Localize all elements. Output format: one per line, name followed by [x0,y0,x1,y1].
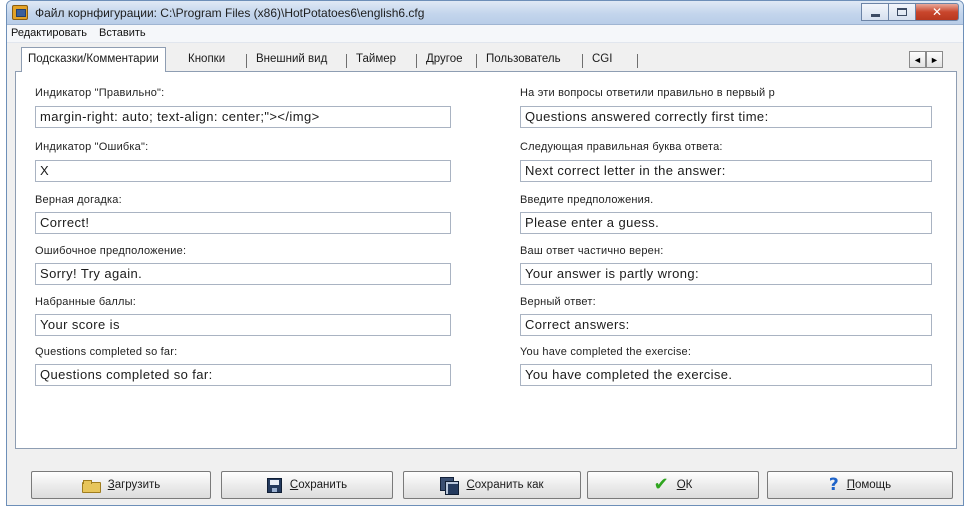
load-button-label: Загрузить [107,479,161,491]
folder-open-icon [81,479,101,493]
questions-completed-input[interactable]: Questions completed so far: [35,364,451,386]
first-time-correct-input[interactable]: Questions answered correctly first time: [520,106,932,128]
tab-scroll-left-button[interactable]: ◄ [909,51,926,68]
app-icon[interactable] [12,5,28,20]
help-button[interactable]: ? Помощь [767,471,953,499]
tab-buttons[interactable]: Кнопки [182,51,231,71]
maximize-button[interactable] [888,3,915,21]
hints-comments-panel: Индикатор "Правильно": margin-right: aut… [15,71,957,449]
label-score: Набранные баллы: [35,296,136,308]
tab-hints-comments[interactable]: Подсказки/Комментарии [21,47,166,72]
save-button-label: Сохранить [289,479,348,491]
tab-strip: Подсказки/Комментарии Кнопки Внешний вид… [15,47,957,72]
next-letter-input[interactable]: Next correct letter in the answer: [520,160,932,182]
save-as-disks-icon [440,477,460,495]
save-button[interactable]: Сохранить [221,471,393,499]
tab-user[interactable]: Пользователь [480,51,567,71]
label-error-indicator: Индикатор "Ошибка": [35,141,149,153]
tab-appearance[interactable]: Внешний вид [250,51,333,71]
tab-separator [246,54,247,68]
label-partly-wrong: Ваш ответ частично верен: [520,245,664,257]
tab-timer[interactable]: Таймер [350,51,402,71]
error-indicator-input[interactable]: X [35,160,451,182]
ok-button[interactable]: ✔ ОК [587,471,759,499]
label-wrong-guess: Ошибочное предположение: [35,245,187,257]
help-button-label: Помощь [846,479,892,491]
arrow-right-icon: ► [930,54,939,65]
label-first-time-correct: На эти вопросы ответили правильно в перв… [520,87,775,99]
tab-separator [346,54,347,68]
label-enter-guess: Введите предположения. [520,194,654,206]
correct-guess-input[interactable]: Correct! [35,212,451,234]
maximize-icon [897,8,907,16]
menu-bar: Редактировать Вставить [7,25,963,43]
label-correct-guess: Верная догадка: [35,194,122,206]
arrow-left-icon: ◄ [913,54,922,65]
menu-insert[interactable]: Вставить [99,27,146,39]
close-button[interactable]: ✕ [915,3,959,21]
tab-separator [476,54,477,68]
tab-other[interactable]: Другое [420,51,469,71]
label-exercise-completed: You have completed the exercise: [520,346,692,358]
ok-button-label: ОК [676,479,693,491]
tab-separator [416,54,417,68]
label-correct-indicator: Индикатор "Правильно": [35,87,165,99]
save-as-button-label: Сохранить как [466,479,544,491]
tab-separator [637,54,638,68]
save-disk-icon [266,477,282,493]
enter-guess-input[interactable]: Please enter a guess. [520,212,932,234]
tab-separator [582,54,583,68]
menu-edit[interactable]: Редактировать [11,27,87,39]
label-questions-completed: Questions completed so far: [35,346,178,358]
partly-wrong-input[interactable]: Your answer is partly wrong: [520,263,932,285]
exercise-completed-input[interactable]: You have completed the exercise. [520,364,932,386]
minimize-button[interactable] [861,3,888,21]
wrong-guess-input[interactable]: Sorry! Try again. [35,263,451,285]
correct-indicator-input[interactable]: margin-right: auto; text-align: center;"… [35,106,451,128]
tab-scroll-right-button[interactable]: ► [926,51,943,68]
tab-cgi[interactable]: CGI [586,51,618,71]
correct-answer-input[interactable]: Correct answers: [520,314,932,336]
score-input[interactable]: Your score is [35,314,451,336]
window-title: Файл корнфигурации: C:\Program Files (x8… [35,6,425,20]
save-as-button[interactable]: Сохранить как [403,471,581,499]
label-correct-answer: Верный ответ: [520,296,596,308]
label-next-letter: Следующая правильная буква ответа: [520,141,723,153]
load-button[interactable]: Загрузить [31,471,211,499]
config-window: Файл корнфигурации: C:\Program Files (x8… [6,0,964,506]
checkmark-icon: ✔ [653,474,669,495]
help-question-icon: ? [828,474,839,495]
close-icon: ✕ [931,5,943,19]
window-controls: ✕ [861,3,959,21]
title-bar[interactable]: Файл корнфигурации: C:\Program Files (x8… [7,1,963,25]
minimize-icon [870,14,880,17]
